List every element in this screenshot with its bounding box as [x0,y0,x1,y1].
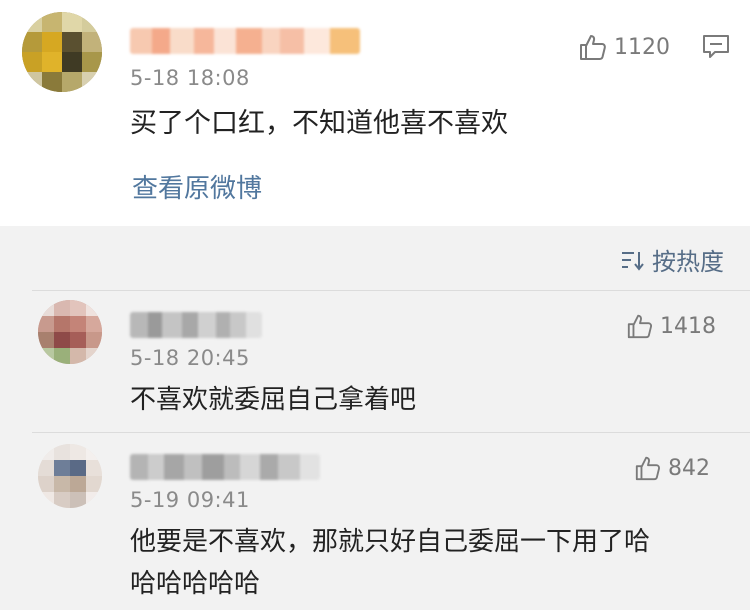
comment-timestamp: 5-18 20:45 [130,346,250,370]
view-original-link[interactable]: 查看原微博 [132,168,262,205]
avatar[interactable] [38,300,102,364]
sort-icon [622,251,644,271]
avatar-mosaic [22,12,102,92]
post-timestamp: 5-18 18:08 [130,66,250,90]
username-blurred[interactable] [130,454,320,480]
divider [32,432,750,433]
thumbs-up-icon [627,314,653,339]
thumbs-up-icon [580,35,606,60]
sort-bar: 按热度 [0,226,750,288]
divider [32,290,750,291]
original-post: 5-18 18:08 1120 买了个口红，不知道他喜不喜欢 查看原微博 [0,0,750,226]
post-content: 买了个口红，不知道他喜不喜欢 [130,108,508,139]
avatar-mosaic [38,444,102,508]
comment-button[interactable] [702,34,730,64]
avatar[interactable] [38,444,102,508]
comment-timestamp: 5-19 09:41 [130,488,250,512]
thumbs-up-icon [635,456,661,481]
username-blurred[interactable] [130,312,262,338]
comment-content-line: 哈哈哈哈哈 [130,569,261,599]
comment-content: 不喜欢就委屈自己拿着吧 [130,385,417,415]
post-like-button[interactable]: 1120 [578,32,670,62]
comment-content-line: 他要是不喜欢，那就只好自己委屈一下用了哈 [130,527,651,557]
comment-like-button[interactable]: 842 [634,454,710,482]
sort-label: 按热度 [652,248,724,276]
avatar[interactable] [22,12,102,92]
post-like-count: 1120 [614,34,670,60]
comment-like-count: 1418 [660,313,716,339]
sort-by-hot-button[interactable]: 按热度 [620,242,724,277]
avatar-mosaic [38,300,102,364]
comment-icon [703,35,729,58]
username-blurred[interactable] [130,28,360,54]
comment-like-count: 842 [668,455,710,481]
comment-like-button[interactable]: 1418 [626,312,716,340]
